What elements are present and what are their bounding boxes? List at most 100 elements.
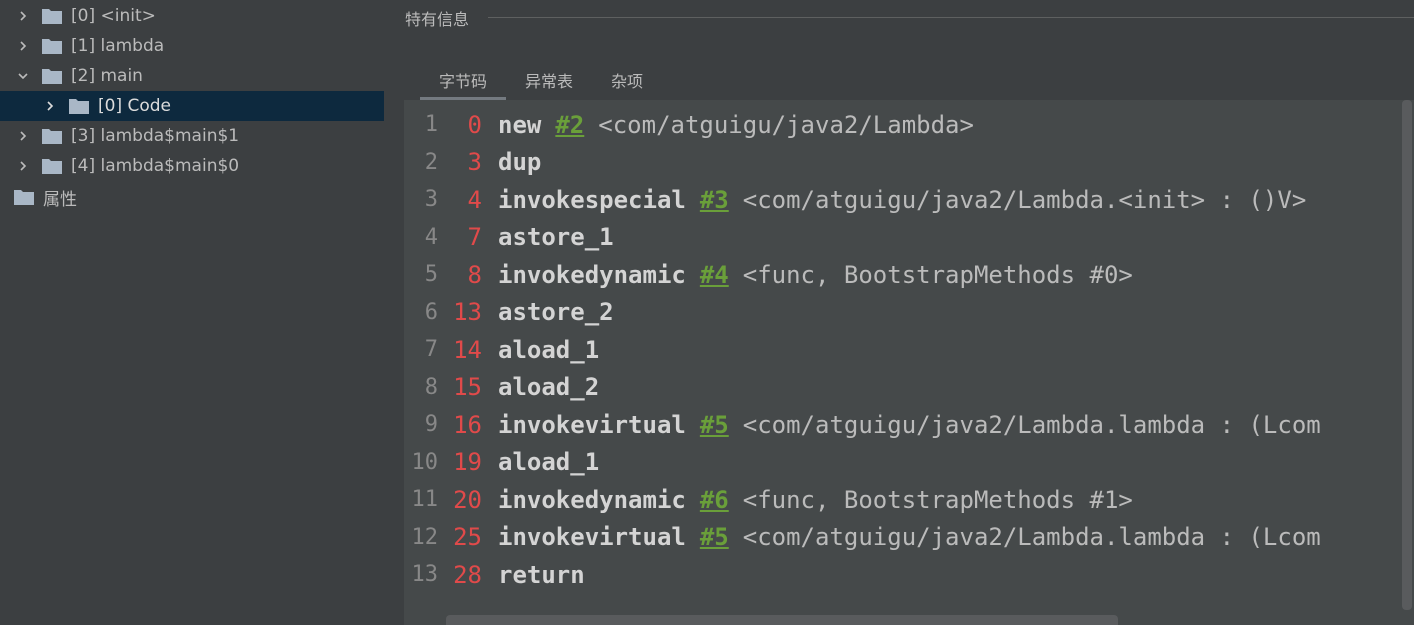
folder-icon [42,158,62,174]
folder-icon [14,189,34,205]
code-line: 6 13 astore_2 [404,294,1400,332]
tree-item-lambda-main-0[interactable]: [4] lambda$main$0 [0,151,384,181]
section-divider [488,17,1414,18]
bytecode-offset: 19 [453,448,482,477]
code-line: 12 25 invokevirtual #5 <com/atguigu/java2/La… [404,519,1400,557]
constant-pool-ref-link[interactable]: #4 [700,261,729,289]
operand-text: <com/atguigu/java2/Lambda.lambda : (Lcom [742,523,1321,552]
chevron-right-icon[interactable] [43,99,57,113]
vertical-scrollbar[interactable] [1402,100,1412,610]
constant-pool-ref-link[interactable]: #5 [700,523,729,551]
line-number: 7 [424,337,438,363]
constant-pool-ref-link[interactable]: #2 [555,111,584,139]
opcode: invokevirtual [498,410,686,439]
opcode: dup [498,148,542,177]
code-line: 8 15 aload_2 [404,369,1400,407]
operand-text: <com/atguigu/java2/Lambda.lambda : (Lcom [742,410,1321,439]
folder-icon [42,128,62,144]
bytecode-offset: 0 [467,110,482,139]
bytecode-offset: 25 [453,523,482,552]
opcode: aload_2 [498,373,600,402]
operand-text: <func, BootstrapMethods #0> [742,260,1133,289]
tab-exception-table[interactable]: 异常表 [506,62,592,100]
details-panel: 特有信息 字节码 异常表 杂项 1 0 new #2 <com/atguigu/java… [384,0,1414,625]
code-line: 13 28 return [404,556,1400,594]
code-line: 11 20 invokedynamic #6 <func, BootstrapMetho… [404,481,1400,519]
tree-item-label: [2] main [71,66,143,86]
operand-text: <func, BootstrapMethods #1> [742,485,1133,514]
bytecode-offset: 28 [453,560,482,589]
line-number: 11 [411,487,439,513]
line-number: 5 [424,262,438,288]
opcode: astore_1 [498,223,614,252]
bytecode-editor[interactable]: 1 0 new #2 <com/atguigu/java2/Lambda> 2 3 dup 3 4… [404,100,1414,625]
opcode: invokespecial [498,185,686,214]
chevron-right-icon[interactable] [16,129,30,143]
bytecode-offset: 3 [467,148,482,177]
tree-item-lambda-main-1[interactable]: [3] lambda$main$1 [0,121,384,151]
tab-bar: 字节码 异常表 杂项 [420,62,662,100]
line-number: 1 [424,112,438,138]
bytecode-offset: 7 [467,223,482,252]
opcode: aload_1 [498,448,600,477]
opcode: aload_1 [498,335,600,364]
chevron-right-icon[interactable] [16,159,30,173]
tree-item-attributes[interactable]: 属性 [0,182,384,212]
line-number: 8 [424,374,438,400]
line-number: 9 [424,412,438,438]
tree-item-label: [4] lambda$main$0 [71,156,240,176]
bytecode-offset: 15 [453,373,482,402]
opcode: invokedynamic [498,485,686,514]
code-line: 1 0 new #2 <com/atguigu/java2/Lambda> [404,106,1400,144]
tree-item-label: [0] <init> [71,6,156,26]
line-number: 12 [411,524,439,550]
tree-item-main[interactable]: [2] main [0,61,384,91]
bytecode-offset: 14 [453,335,482,364]
code-line: 10 19 aload_1 [404,444,1400,482]
tree-item-lambda[interactable]: [1] lambda [0,31,384,61]
bytecode-offset: 13 [453,298,482,327]
constant-pool-ref-link[interactable]: #3 [700,186,729,214]
bytecode-offset: 4 [467,185,482,214]
folder-icon [42,38,62,54]
code-line: 5 8 invokedynamic #4 <func, BootstrapMethods… [404,256,1400,294]
tab-bytecode[interactable]: 字节码 [420,62,507,100]
line-number: 3 [424,187,438,213]
opcode: astore_2 [498,298,614,327]
code-line: 3 4 invokespecial #3 <com/atguigu/java2/Lamb… [404,181,1400,219]
tree-item-label: [0] Code [98,96,172,116]
code-line: 4 7 astore_1 [404,219,1400,257]
tree-item-label: [3] lambda$main$1 [71,126,240,146]
tree-item-label: 属性 [43,189,77,210]
bytecode-offset: 8 [467,260,482,289]
chevron-down-icon[interactable] [16,69,30,83]
line-number: 2 [424,149,438,175]
opcode: invokedynamic [498,260,686,289]
line-number: 4 [424,224,438,250]
bytecode-offset: 20 [453,485,482,514]
tab-misc[interactable]: 杂项 [592,62,662,100]
chevron-right-icon[interactable] [16,9,30,23]
constant-pool-ref-link[interactable]: #5 [700,411,729,439]
horizontal-scrollbar[interactable] [446,615,1118,625]
bytecode-offset: 16 [453,410,482,439]
folder-icon [69,98,89,114]
line-number: 10 [411,449,439,475]
operand-text: <com/atguigu/java2/Lambda.<init> : ()V> [742,185,1307,214]
line-number: 13 [411,562,439,588]
folder-icon [42,68,62,84]
constant-pool-ref-link[interactable]: #6 [700,486,729,514]
tree-item-label: [1] lambda [71,36,165,56]
code-line: 7 14 aload_1 [404,331,1400,369]
line-number: 6 [424,299,438,325]
opcode: return [498,560,585,589]
code-lines: 1 0 new #2 <com/atguigu/java2/Lambda> 2 3 dup 3 4… [404,106,1400,594]
folder-icon [42,8,62,24]
chevron-right-icon[interactable] [16,39,30,53]
tree-item-init[interactable]: [0] <init> [0,1,384,31]
method-tree: [0] <init> [1] lambda [2] main [0] Code … [0,0,384,625]
bytecode-viewer-window: [0] <init> [1] lambda [2] main [0] Code … [0,0,1414,625]
code-line: 2 3 dup [404,144,1400,182]
tree-item-code[interactable]: [0] Code [0,91,384,121]
opcode: invokevirtual [498,523,686,552]
